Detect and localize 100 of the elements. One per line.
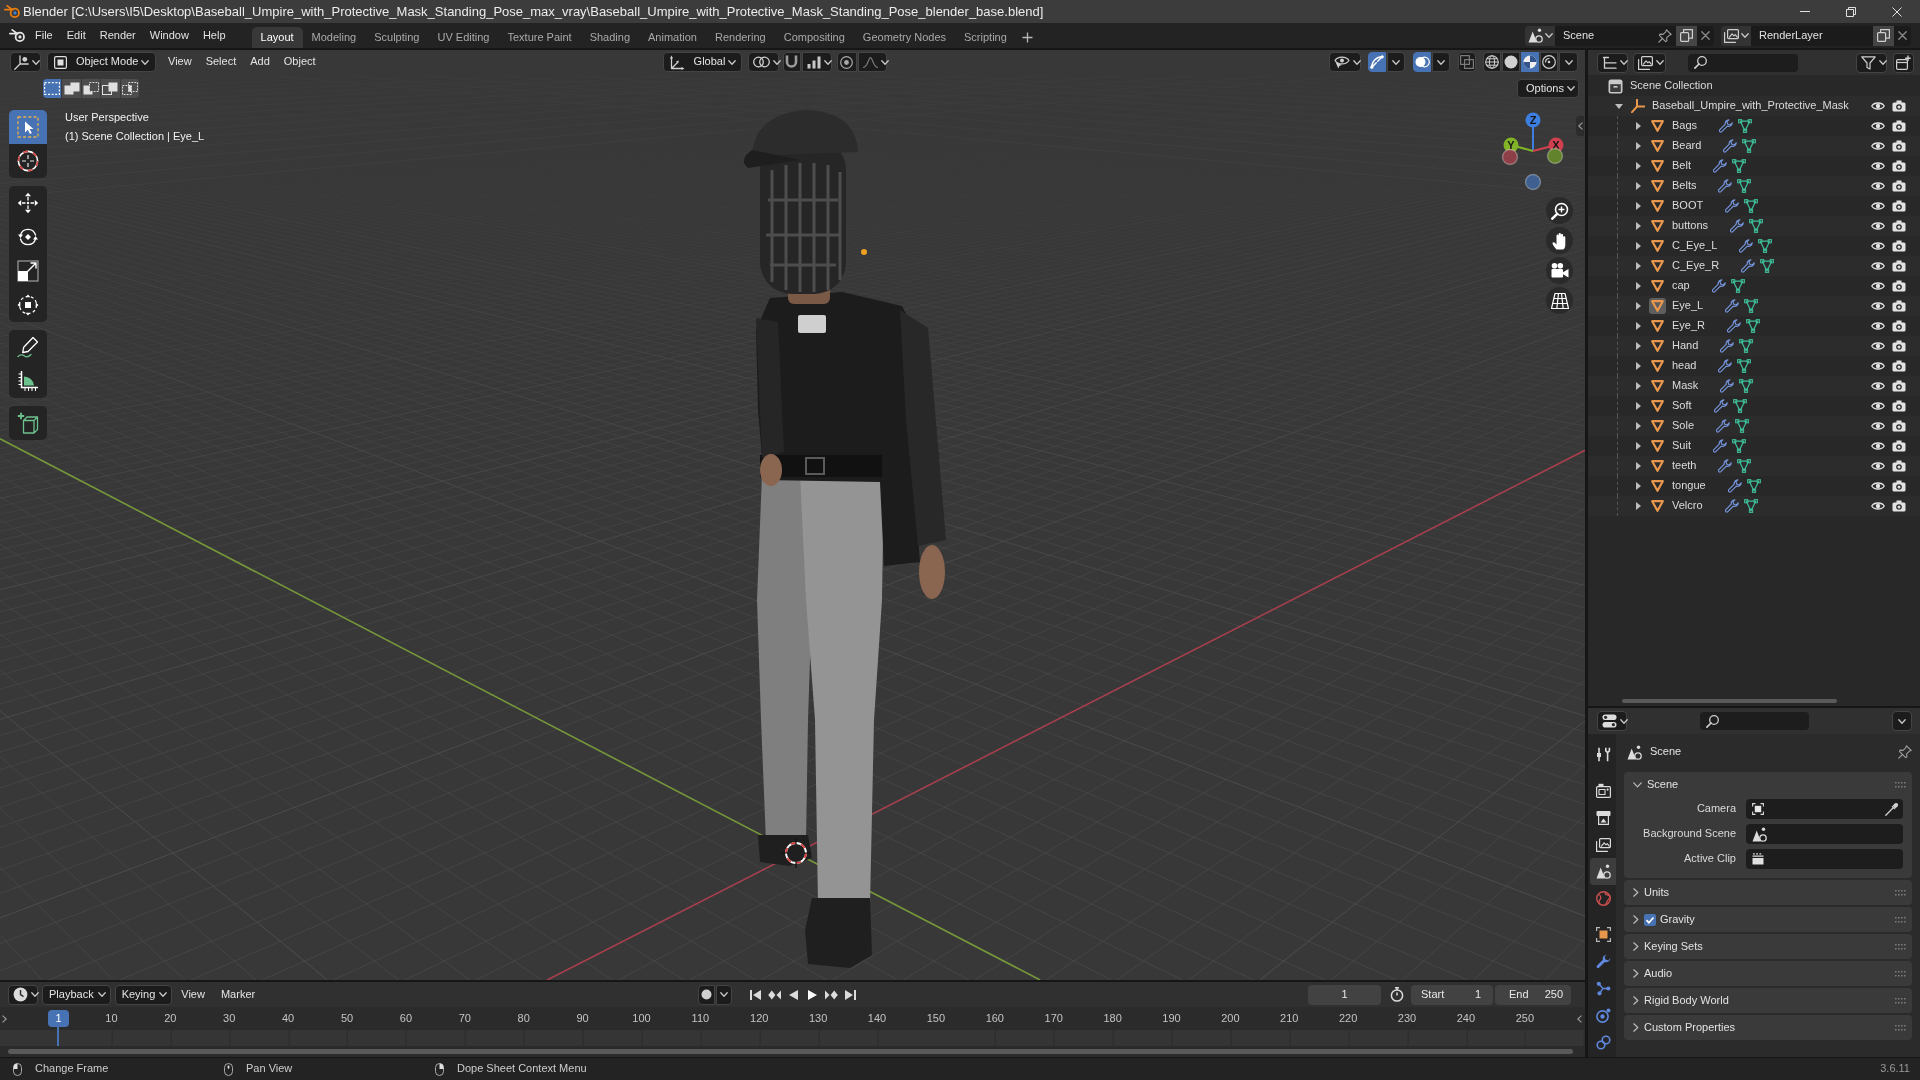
end-frame-field[interactable]: End 250 [1495,984,1571,1005]
outliner-row[interactable]: BOOT [1588,196,1920,216]
eye-icon[interactable] [1871,241,1885,251]
triangle-icon[interactable] [1651,280,1664,292]
eye-icon[interactable] [1871,401,1885,411]
eye-icon[interactable] [1871,161,1885,171]
workspace-tab[interactable]: Texture Paint [498,27,581,48]
triangle-icon[interactable] [1651,400,1664,412]
vertex-triangle-icon[interactable] [1760,259,1775,273]
workspace-tab[interactable]: Geometry Nodes [853,27,955,48]
workspace-tab[interactable]: Shading [580,27,640,48]
drag-handle-icon[interactable] [1895,943,1906,950]
material-preview-button[interactable] [1521,52,1539,72]
keying-options-dropdown[interactable] [716,984,733,1005]
wrench-icon[interactable] [1741,259,1756,273]
section-header[interactable]: Keying Sets [1624,934,1912,959]
wrench-icon[interactable] [1739,239,1754,253]
move-tool[interactable] [9,186,47,220]
transform-tool[interactable] [9,288,47,322]
select-subtract-button[interactable] [81,79,101,98]
workspace-tab[interactable]: Sculpting [365,27,429,48]
perspective-toggle-button[interactable] [1546,287,1573,314]
eye-icon[interactable] [1871,501,1885,511]
menu-item[interactable]: Render [92,23,143,48]
vertex-triangle-icon[interactable] [1738,119,1753,133]
disclosure-triangle-icon[interactable] [1636,482,1641,490]
drag-handle-icon[interactable] [1895,997,1906,1004]
outliner-row[interactable]: Eye_R [1588,316,1920,336]
gizmo-toggle[interactable] [1368,52,1386,72]
outliner-row[interactable]: Beard [1588,136,1920,156]
disclosure-triangle-icon[interactable] [1636,262,1641,270]
scrollbar[interactable] [1622,699,1837,703]
triangle-icon[interactable] [1651,420,1664,432]
outliner-row[interactable]: cap [1588,276,1920,296]
outliner-row[interactable]: Soft [1588,396,1920,416]
shading-options-dropdown[interactable] [1559,52,1578,72]
menu-item[interactable]: View [161,52,199,72]
new-collection-button[interactable] [1893,52,1914,73]
section-header[interactable]: Rigid Body World [1624,988,1912,1013]
eye-icon[interactable] [1871,461,1885,471]
wrench-icon[interactable] [1725,299,1740,313]
workspace-tab[interactable]: Animation [639,27,706,48]
playhead[interactable]: 1 [48,1010,69,1027]
chevron-icon[interactable] [2,1014,7,1023]
disclosure-triangle-icon[interactable] [1636,242,1641,250]
drag-handle-icon[interactable] [1895,889,1906,896]
object-picker-field[interactable] [1746,799,1903,819]
solid-shading-button[interactable] [1502,52,1520,72]
disclosure-triangle-icon[interactable] [1636,162,1641,170]
scene-picker-field[interactable] [1746,824,1903,844]
eye-icon[interactable] [1871,301,1885,311]
start-frame-field[interactable]: Start 1 [1411,984,1493,1005]
camera-icon[interactable] [1892,160,1906,172]
vertex-triangle-icon[interactable] [1739,379,1754,393]
wrench-icon[interactable] [1712,159,1727,173]
stopwatch-icon[interactable] [1390,987,1404,1002]
camera-icon[interactable] [1892,440,1906,452]
snap-target-dropdown[interactable] [801,52,832,72]
camera-icon[interactable] [1892,460,1906,472]
camera-icon[interactable] [1892,380,1906,392]
menu-dropdown[interactable]: Keying [114,984,173,1005]
menu-item[interactable]: Add [243,52,277,72]
vertex-triangle-icon[interactable] [1731,439,1746,453]
add-cube-tool[interactable] [9,406,47,440]
view-layer-browse-button[interactable] [1721,25,1751,46]
vertex-triangle-icon[interactable] [1732,399,1747,413]
drag-handle-icon[interactable] [1895,781,1906,788]
filter-dropdown[interactable] [1856,52,1887,73]
snap-toggle[interactable] [782,52,801,72]
options-dropdown[interactable]: Options [1517,79,1579,98]
disclosure-triangle-icon[interactable] [1636,142,1641,150]
cursor-tool[interactable] [9,144,47,178]
section-header[interactable]: Scene [1624,772,1912,797]
checkbox[interactable] [1644,913,1656,926]
vertex-triangle-icon[interactable] [1737,179,1752,193]
drag-handle-icon[interactable] [1895,916,1906,923]
menu-item[interactable]: Edit [59,23,93,48]
triangle-icon[interactable] [1651,140,1664,152]
camera-icon[interactable] [1892,280,1906,292]
triangle-icon[interactable] [1651,120,1664,132]
vertex-triangle-icon[interactable] [1743,499,1758,513]
eye-icon[interactable] [1871,421,1885,431]
camera-icon[interactable] [1892,320,1906,332]
vertex-triangle-icon[interactable] [1758,239,1773,253]
menu-item[interactable]: Select [198,52,244,72]
camera-icon[interactable] [1892,260,1906,272]
select-new-button[interactable] [43,79,62,98]
vertex-triangle-icon[interactable] [1744,299,1759,313]
auto-keying-toggle[interactable] [698,984,716,1005]
new-scene-button[interactable] [1676,25,1697,46]
triangle-icon[interactable] [1651,380,1664,392]
vertex-triangle-icon[interactable] [1746,479,1761,493]
disclosure-triangle-icon[interactable] [1636,442,1641,450]
wrench-icon[interactable] [1718,179,1733,193]
disclosure-triangle-icon[interactable] [1636,362,1641,370]
wrench-icon[interactable] [1720,339,1735,353]
select-intersect-button[interactable] [120,79,139,98]
axis-dot-icon[interactable] [1501,148,1519,166]
vertex-triangle-icon[interactable] [1744,199,1759,213]
scrollbar[interactable] [8,1049,1573,1054]
